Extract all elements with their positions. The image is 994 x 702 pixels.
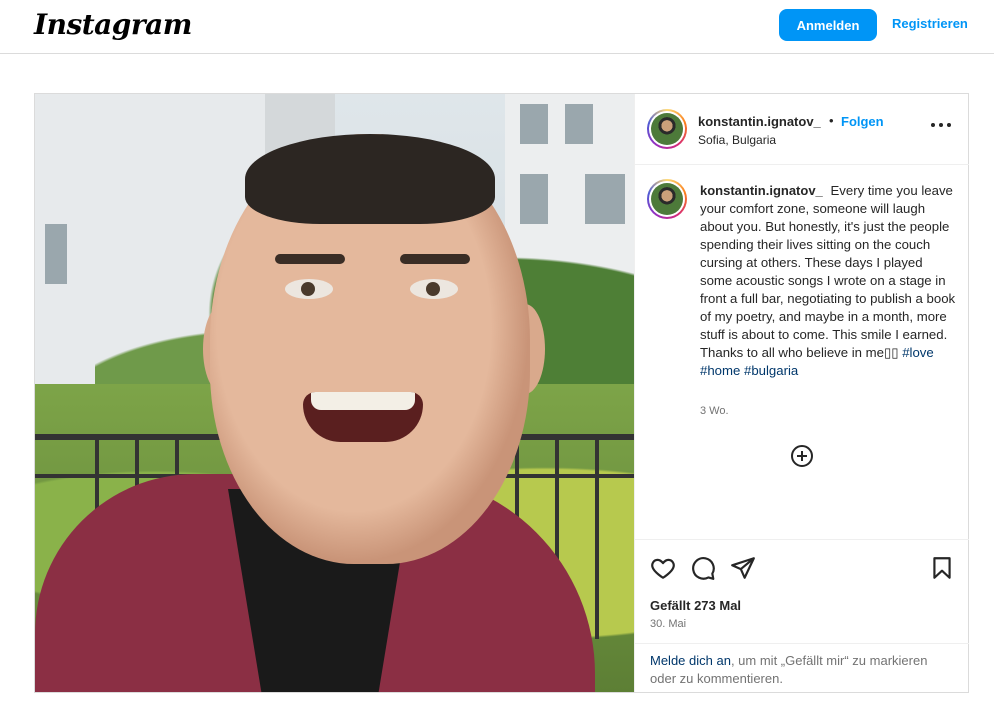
register-link[interactable]: Registrieren [892, 16, 968, 31]
post-side-panel: konstantin.ignatov_ • Folgen Sofia, Bulg… [634, 94, 969, 692]
follow-button[interactable]: Folgen [841, 114, 884, 129]
caption-text: Every time you leave your comfort zone, … [700, 183, 956, 360]
author-avatar[interactable] [647, 109, 687, 149]
photo-window [45, 224, 67, 284]
login-prompt: Melde dich an, um mit „Gefällt mir“ zu m… [635, 643, 969, 692]
hashtag-love[interactable]: #love [902, 345, 934, 360]
photo-eye [410, 279, 458, 299]
post-photo[interactable] [35, 94, 634, 692]
login-link[interactable]: Melde dich an [650, 653, 731, 668]
hashtag-home[interactable]: #home [700, 363, 740, 378]
photo-window [585, 174, 625, 224]
likes-count[interactable]: Gefällt 273 Mal [650, 598, 741, 613]
separator-dot: • [829, 113, 834, 128]
post-card: konstantin.ignatov_ • Folgen Sofia, Bulg… [34, 93, 969, 693]
hashtag-bulgaria[interactable]: #bulgaria [744, 363, 798, 378]
post-caption: konstantin.ignatov_ Every time you leave… [700, 182, 958, 380]
bookmark-icon[interactable] [929, 555, 955, 581]
add-circle-icon[interactable] [790, 444, 814, 468]
share-icon[interactable] [730, 555, 756, 581]
photo-eye [285, 279, 333, 299]
login-button[interactable]: Anmelden [779, 9, 877, 41]
photo-railing-bar [595, 439, 599, 639]
caption-time-ago[interactable]: 3 Wo. [700, 405, 729, 417]
comment-icon[interactable] [690, 555, 716, 581]
post-actions: Gefällt 273 Mal 30. Mai [635, 539, 969, 647]
heart-icon[interactable] [650, 555, 676, 581]
post-date[interactable]: 30. Mai [650, 618, 686, 630]
post-header: konstantin.ignatov_ • Folgen Sofia, Bulg… [635, 94, 969, 165]
photo-teeth [311, 392, 415, 410]
instagram-logo[interactable]: Instagram [34, 8, 192, 41]
photo-eyebrow [275, 254, 345, 264]
author-username[interactable]: konstantin.ignatov_ [698, 114, 821, 129]
caption-emoji: ▯▯ [884, 345, 899, 360]
post-location[interactable]: Sofia, Bulgaria [698, 133, 776, 147]
caption-username[interactable]: konstantin.ignatov_ [700, 183, 823, 198]
photo-window [520, 104, 548, 144]
top-navigation-bar: Instagram Anmelden Registrieren [0, 0, 994, 54]
more-options-icon[interactable] [931, 118, 951, 132]
photo-window [565, 104, 593, 144]
photo-mouth [303, 392, 423, 442]
photo-hair [245, 134, 495, 224]
caption-avatar[interactable] [647, 179, 687, 219]
photo-window [520, 174, 548, 224]
photo-eyebrow [400, 254, 470, 264]
